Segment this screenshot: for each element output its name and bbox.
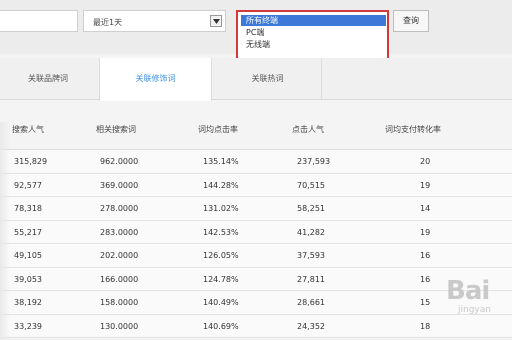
header-click-popularity[interactable]: 点击人气 (292, 124, 324, 135)
table-cell: 962.0000 (100, 157, 139, 166)
table-cell: 131.02% (203, 204, 239, 213)
table-cell: 202.0000 (100, 251, 139, 260)
table-cell: 37,593 (297, 251, 325, 260)
header-click-rate[interactable]: 词均点击率 (198, 124, 238, 135)
table-row: 33,239 130.0000 140.69% 24,352 18 (0, 314, 512, 338)
terminal-option-pc[interactable]: PC端 (241, 27, 264, 38)
tab-hot-words[interactable]: 关联热词 (214, 58, 322, 100)
table-cell: 55,217 (14, 227, 42, 237)
table-cell: 158.0000 (100, 298, 139, 307)
tab-bar: 关联品牌词 关联修饰词 关联热词 (0, 58, 512, 101)
table-cell: 237,593 (297, 157, 331, 166)
table-cell: 140.69% (203, 321, 239, 331)
table-cell: 278.0000 (100, 204, 139, 213)
table-cell: 166.0000 (100, 274, 139, 284)
table-row: 78,318 278.0000 131.02% 58,251 14 (0, 197, 512, 221)
table-cell: 369.0000 (100, 180, 139, 190)
table-cell: 78,318 (14, 204, 42, 213)
table-row: 38,192 158.0000 140.49% 28,661 15 (0, 291, 512, 315)
date-range-value: 最近1天 (93, 18, 123, 27)
table-cell: 16 (420, 274, 431, 284)
tab-brand-words[interactable]: 关联品牌词 (0, 58, 96, 100)
table-cell: 140.49% (203, 298, 239, 307)
tab-modifier-words[interactable]: 关联修饰词 (99, 58, 212, 101)
watermark-logo: Bai (446, 276, 490, 306)
table-row: 55,217 283.0000 142.53% 41,282 19 (0, 220, 512, 244)
table-cell: 18 (420, 321, 431, 331)
table-cell: 19 (420, 180, 431, 190)
table-cell: 19 (420, 227, 431, 237)
filter-bar: 最近1天 所有终端 PC端 无线端 查询 (0, 0, 512, 62)
keyword-search-input[interactable] (0, 10, 78, 32)
table-cell: 70,515 (297, 180, 325, 190)
terminal-option-wireless[interactable]: 无线端 (241, 39, 270, 50)
table-cell: 41,282 (297, 227, 325, 237)
header-search-popularity[interactable]: 搜索人气 (12, 124, 44, 135)
table-cell: 15 (420, 298, 431, 307)
header-conversion-rate[interactable]: 词均支付转化率 (385, 124, 441, 135)
table-cell: 33,239 (14, 321, 42, 331)
header-related-terms[interactable]: 相关搜索词 (96, 124, 136, 135)
left-fade (0, 122, 10, 340)
table-cell: 144.28% (203, 180, 239, 190)
terminal-option-all[interactable]: 所有终端 (241, 15, 386, 26)
table-row: 39,053 166.0000 124.78% 27,811 16 (0, 267, 512, 291)
table-cell: 16 (420, 251, 431, 260)
table-body: 315,829 962.0000 135.14% 237,593 20 92,577 369… (0, 150, 512, 338)
table-cell: 130.0000 (100, 321, 139, 331)
table-cell: 39,053 (14, 274, 42, 284)
terminal-dropdown[interactable]: 所有终端 PC端 无线端 (236, 10, 389, 62)
table-cell: 27,811 (297, 274, 325, 284)
table-cell: 135.14% (203, 157, 239, 166)
table-cell: 20 (420, 157, 431, 166)
table-cell: 49,105 (14, 251, 42, 260)
date-range-select[interactable]: 最近1天 (83, 10, 226, 32)
query-button[interactable]: 查询 (393, 10, 429, 32)
table-cell: 126.05% (203, 251, 239, 260)
table-row: 92,577 369.0000 144.28% 70,515 19 (0, 173, 512, 197)
table-cell: 14 (420, 204, 431, 213)
table-cell: 315,829 (14, 157, 48, 166)
table-cell: 38,192 (14, 298, 42, 307)
chevron-down-icon[interactable] (210, 15, 222, 27)
table-cell: 283.0000 (100, 227, 139, 237)
table-row: 315,829 962.0000 135.14% 237,593 20 (0, 150, 512, 174)
table-cell: 92,577 (14, 180, 42, 190)
table-cell: 28,661 (297, 298, 325, 307)
table-cell: 24,352 (297, 321, 325, 331)
watermark-subtext: jingyan (458, 305, 491, 315)
table-cell: 142.53% (203, 227, 239, 237)
table-cell: 124.78% (203, 274, 239, 284)
data-table: 搜索人气 相关搜索词 词均点击率 点击人气 词均支付转化率 315,829 962… (0, 110, 512, 338)
table-row: 49,105 202.0000 126.05% 37,593 16 (0, 244, 512, 268)
table-header-row: 搜索人气 相关搜索词 词均点击率 点击人气 词均支付转化率 (0, 110, 512, 150)
table-cell: 58,251 (297, 204, 325, 213)
